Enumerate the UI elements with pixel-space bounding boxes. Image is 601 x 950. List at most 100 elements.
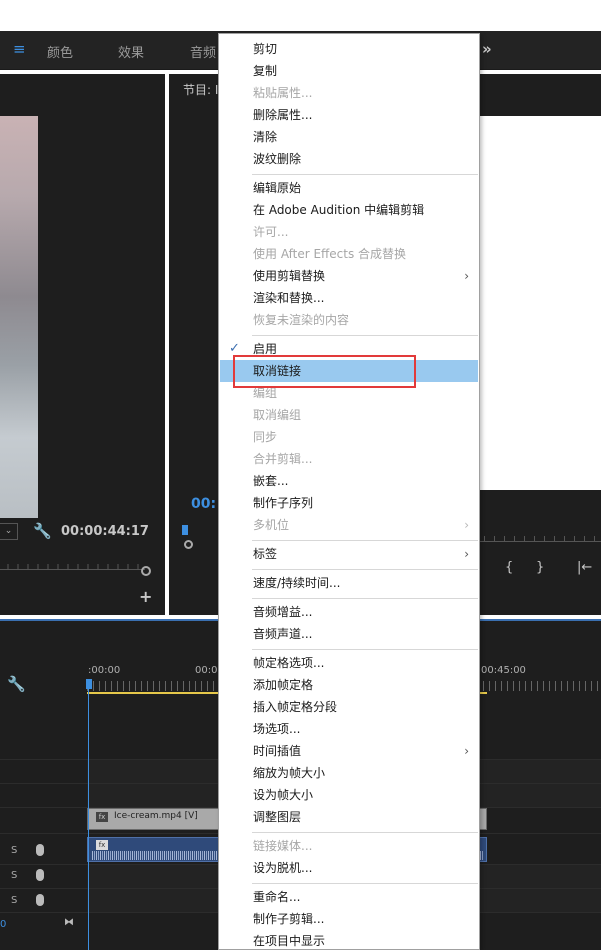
menu-item-label: 同步 (253, 430, 278, 444)
menu-item-label: 添加帧定格 (253, 678, 314, 692)
ruler-label: 00:45:00 (481, 665, 526, 676)
menu-item-label: 制作子剪辑... (253, 912, 325, 926)
menu-item-label: 在项目中显示 (253, 934, 326, 948)
program-video-frame (477, 116, 601, 490)
menu-item-label: 多机位 (253, 518, 290, 532)
menu-item-label: 音频增益... (253, 605, 313, 619)
chevron-right-icon: › (464, 518, 469, 532)
menu-item-cut[interactable]: 剪切 (220, 38, 478, 60)
wrench-icon[interactable]: 🔧 (7, 675, 26, 693)
menu-item-paste-attributes[interactable]: 粘贴属性... (220, 82, 478, 104)
menu-item-make-subsequence[interactable]: 制作子序列 (220, 492, 478, 514)
zoom-handle[interactable] (141, 566, 151, 576)
zoom-handle[interactable] (184, 540, 193, 549)
menu-item-field-options[interactable]: 场选项... (220, 718, 478, 740)
hamburger-icon[interactable]: ≡ (13, 40, 26, 58)
source-video-frame (0, 116, 38, 518)
menu-item-scale-to-frame[interactable]: 缩放为帧大小 (220, 762, 478, 784)
microphone-icon[interactable] (36, 844, 44, 856)
menu-item-label: 制作子序列 (253, 496, 314, 510)
fx-badge: fx (96, 812, 108, 822)
menu-separator (252, 174, 478, 175)
program-time-ruler[interactable] (477, 534, 601, 542)
menu-item-multi-camera[interactable]: 多机位 › (220, 514, 478, 536)
menu-item-edit-in-audition[interactable]: 在 Adobe Audition 中编辑剪辑 (220, 199, 478, 221)
mark-out-button[interactable]: } (536, 560, 544, 575)
solo-button[interactable]: S (11, 845, 17, 856)
microphone-icon[interactable] (36, 869, 44, 881)
tab-audio[interactable]: 音频 (190, 42, 216, 61)
menu-item-replace-with-clip[interactable]: 使用剪辑替换 › (220, 265, 478, 287)
mark-in-button[interactable]: { (505, 560, 513, 575)
plus-icon[interactable]: + (139, 587, 152, 606)
menu-item-label: 使用 After Effects 合成替换 (253, 247, 407, 261)
microphone-icon[interactable] (36, 894, 44, 906)
solo-button[interactable]: S (11, 870, 17, 881)
menu-item-ripple-delete[interactable]: 波纹删除 (220, 148, 478, 170)
menu-item-label-submenu[interactable]: 标签 › (220, 543, 478, 565)
menu-item-label: 复制 (253, 64, 278, 78)
menu-item-make-subclip[interactable]: 制作子剪辑... (220, 908, 478, 930)
menu-item-edit-original[interactable]: 编辑原始 (220, 177, 478, 199)
more-workspaces-icon[interactable]: » (482, 40, 492, 58)
menu-item-label: 时间插值 (253, 744, 302, 758)
tab-color[interactable]: 颜色 (47, 42, 73, 61)
source-timecode: 00:00:44:17 (61, 524, 149, 539)
menu-item-adjustment-layer[interactable]: 调整图层 (220, 806, 478, 828)
timeline-playhead[interactable] (86, 679, 92, 689)
menu-item-reveal-in-project[interactable]: 在项目中显示 (220, 930, 478, 950)
menu-item-ungroup[interactable]: 取消编组 (220, 404, 478, 426)
menu-item-label: 音频声道... (253, 627, 313, 641)
solo-button[interactable]: S (11, 895, 17, 906)
menu-item-speed-duration[interactable]: 速度/持续时间... (220, 572, 478, 594)
menu-item-label: 设为脱机... (253, 861, 313, 875)
master-volume-value[interactable]: 0 (0, 919, 6, 930)
menu-item-audio-gain[interactable]: 音频增益... (220, 601, 478, 623)
program-timecode[interactable]: 00: (191, 496, 216, 512)
chevron-down-icon[interactable]: ⌄ (0, 523, 18, 540)
menu-item-frame-hold-options[interactable]: 帧定格选项... (220, 652, 478, 674)
menu-item-nest[interactable]: 嵌套... (220, 470, 478, 492)
menu-item-label: 编组 (253, 386, 278, 400)
menu-item-set-to-frame[interactable]: 设为帧大小 (220, 784, 478, 806)
wrench-icon[interactable]: 🔧 (33, 522, 52, 540)
menu-item-remove-attributes[interactable]: 删除属性... (220, 104, 478, 126)
top-blank-area (0, 0, 601, 31)
program-playhead[interactable] (182, 525, 188, 535)
bowtie-icon[interactable]: ⧓ (64, 917, 74, 928)
menu-item-replace-with-ae[interactable]: 使用 After Effects 合成替换 (220, 243, 478, 265)
menu-item-insert-frame-hold[interactable]: 插入帧定格分段 (220, 696, 478, 718)
menu-item-label: 重命名... (253, 890, 301, 904)
source-time-ruler[interactable] (0, 562, 145, 570)
menu-item-copy[interactable]: 复制 (220, 60, 478, 82)
go-to-in-button[interactable]: |← (577, 560, 592, 575)
menu-item-license[interactable]: 许可... (220, 221, 478, 243)
menu-item-label: 速度/持续时间... (253, 576, 341, 590)
menu-item-synchronize[interactable]: 同步 (220, 426, 478, 448)
menu-item-render-and-replace[interactable]: 渲染和替换... (220, 287, 478, 309)
menu-item-label: 删除属性... (253, 108, 313, 122)
context-menu: 剪切 复制 粘贴属性... 删除属性... 清除 波纹删除 编辑原始 在 Ado… (218, 33, 480, 950)
program-monitor-title[interactable]: 节目: I (183, 81, 218, 98)
menu-item-merge-clips[interactable]: 合并剪辑... (220, 448, 478, 470)
menu-item-label: 启用 (253, 342, 278, 356)
menu-item-label: 取消编组 (253, 408, 302, 422)
menu-item-time-interpolation[interactable]: 时间插值 › (220, 740, 478, 762)
menu-item-add-frame-hold[interactable]: 添加帧定格 (220, 674, 478, 696)
menu-item-label: 标签 (253, 547, 278, 561)
menu-item-label: 渲染和替换... (253, 291, 325, 305)
menu-item-label: 许可... (253, 225, 289, 239)
menu-item-clear[interactable]: 清除 (220, 126, 478, 148)
menu-item-rename[interactable]: 重命名... (220, 886, 478, 908)
menu-separator (252, 335, 478, 336)
menu-item-label: 剪切 (253, 42, 278, 56)
menu-item-restore-unrendered[interactable]: 恢复未渲染的内容 (220, 309, 478, 331)
menu-item-label: 缩放为帧大小 (253, 766, 326, 780)
menu-separator (252, 649, 478, 650)
menu-item-audio-channels[interactable]: 音频声道... (220, 623, 478, 645)
menu-item-make-offline[interactable]: 设为脱机... (220, 857, 478, 879)
tab-effects[interactable]: 效果 (118, 42, 144, 61)
ruler-label: :00:00 (88, 665, 121, 676)
menu-item-link-media[interactable]: 链接媒体... (220, 835, 478, 857)
menu-item-label: 设为帧大小 (253, 788, 314, 802)
